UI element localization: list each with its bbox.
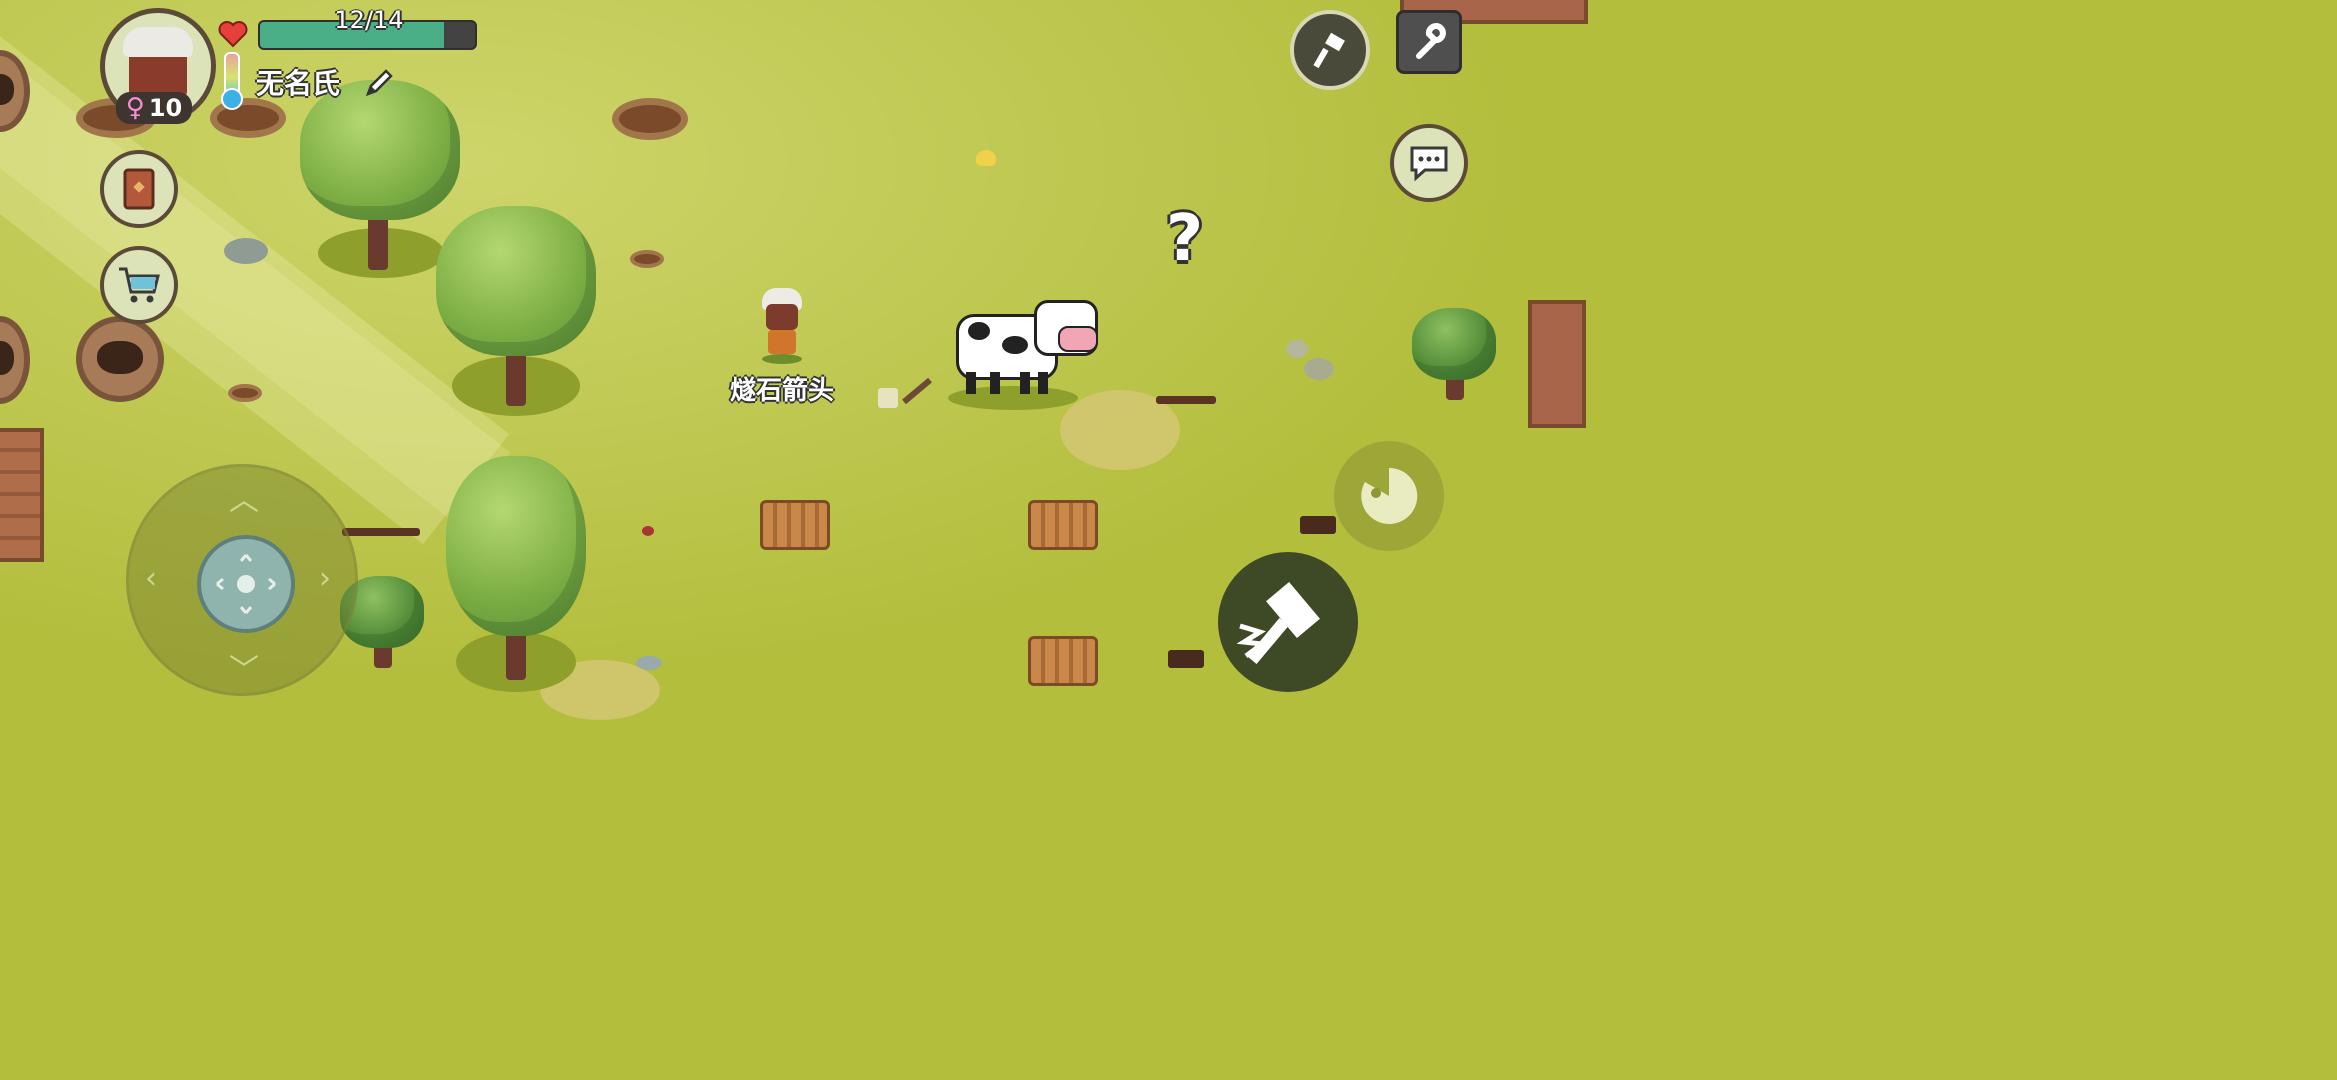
small-tree[interactable] xyxy=(1412,308,1496,404)
build-button[interactable] xyxy=(1290,10,1370,90)
cow[interactable] xyxy=(938,296,1098,410)
heart-icon xyxy=(218,21,248,48)
move-arrows-icon xyxy=(216,554,276,614)
female-icon: ♀ xyxy=(125,93,145,123)
long-stick[interactable] xyxy=(342,528,420,536)
clay-bowl[interactable] xyxy=(1168,650,1204,668)
flint-arrowhead-item[interactable] xyxy=(878,372,934,408)
stone-well[interactable] xyxy=(76,316,164,402)
thermometer-icon xyxy=(221,52,243,110)
food-meter-text: 12/14 xyxy=(334,6,404,34)
joystick-right-icon: › xyxy=(319,561,331,596)
stone-pile[interactable] xyxy=(1304,358,1334,380)
eat-button[interactable] xyxy=(1334,441,1444,551)
maple-tree[interactable] xyxy=(436,206,596,420)
wooden-crate[interactable] xyxy=(1528,300,1586,428)
stone-well[interactable] xyxy=(0,316,30,404)
round-stone[interactable] xyxy=(636,656,662,670)
big-rock[interactable] xyxy=(224,238,268,264)
butterfly[interactable] xyxy=(976,150,996,166)
hammer-icon xyxy=(1313,32,1345,69)
settings-button[interactable] xyxy=(1396,10,1462,74)
berry[interactable] xyxy=(642,526,654,536)
dirt-mound[interactable] xyxy=(228,384,262,402)
joystick-left-icon: ‹ xyxy=(145,561,157,596)
age-value: 10 xyxy=(148,94,183,122)
wrench-icon xyxy=(1416,23,1446,59)
movement-joystick[interactable]: ︿ ﹀ ‹ › xyxy=(126,464,358,696)
shop-button[interactable] xyxy=(100,246,178,324)
basket[interactable] xyxy=(1028,636,1098,686)
chat-bubble-icon xyxy=(1410,146,1448,182)
joystick-knob[interactable] xyxy=(197,535,295,633)
hammer-action-icon xyxy=(1236,581,1320,665)
clay-bowl[interactable] xyxy=(1300,516,1336,534)
held-item-label: 燧石箭头 xyxy=(730,376,835,406)
burrow-hole[interactable] xyxy=(612,98,688,140)
joystick-up-icon: ︿ xyxy=(229,483,259,518)
book-icon xyxy=(123,168,155,210)
recipe-book-button[interactable] xyxy=(100,150,178,228)
wooden-crate[interactable] xyxy=(0,428,44,562)
tall-tree[interactable] xyxy=(446,456,586,696)
long-stick[interactable] xyxy=(1156,396,1216,404)
avatar-headband xyxy=(123,27,193,57)
player-name[interactable]: 无名氏 xyxy=(256,62,340,102)
stone-pile[interactable] xyxy=(1286,340,1308,358)
question-mark-indicator: ? xyxy=(1166,202,1204,276)
basket-with-sticks[interactable] xyxy=(1028,500,1098,550)
basket[interactable] xyxy=(760,500,830,550)
chat-button[interactable] xyxy=(1390,124,1468,202)
eat-icon xyxy=(1361,467,1418,524)
joystick-down-icon: ﹀ xyxy=(229,653,259,688)
dirt-mound[interactable] xyxy=(630,250,664,268)
age-badge: ♀ 10 xyxy=(116,92,192,124)
shopping-cart-icon xyxy=(119,267,160,303)
pencil-icon[interactable] xyxy=(362,66,396,100)
use-item-button[interactable] xyxy=(1218,552,1358,692)
player-character[interactable] xyxy=(740,288,820,368)
